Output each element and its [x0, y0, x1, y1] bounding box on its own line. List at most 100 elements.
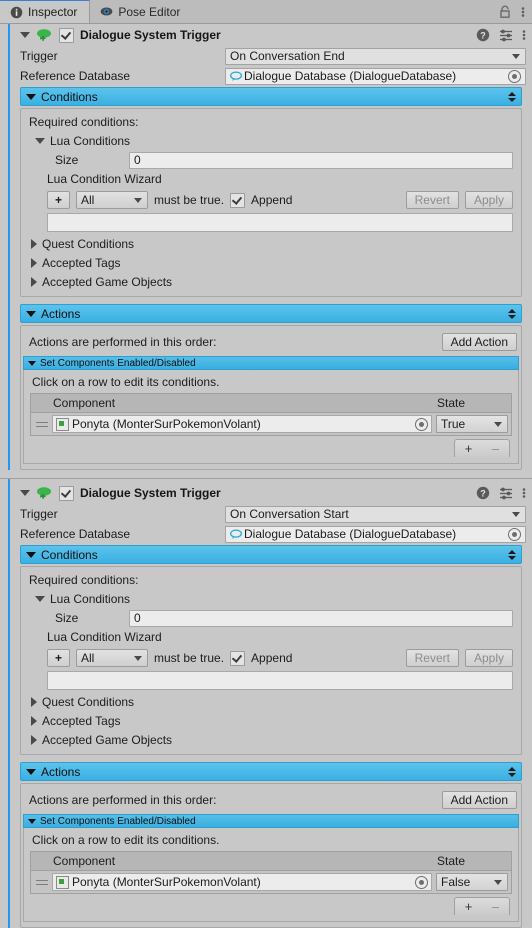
kebab-menu-icon[interactable] [521, 5, 525, 19]
lock-icon[interactable] [499, 5, 511, 19]
drag-handle-icon[interactable] [36, 879, 48, 885]
object-picker-icon[interactable] [508, 69, 521, 83]
help-icon[interactable]: ? [476, 486, 490, 500]
svg-text:?: ? [480, 30, 486, 40]
state-dropdown[interactable]: True [436, 415, 508, 433]
foldout-collapsed-icon[interactable] [31, 715, 37, 726]
lua-condition-wizard-label: Lua Condition Wizard [47, 630, 162, 644]
revert-button[interactable]: Revert [405, 191, 459, 209]
component-enabled-checkbox[interactable] [59, 27, 74, 43]
foldout-expanded-icon[interactable] [26, 310, 36, 317]
drag-handle-icon[interactable] [36, 421, 48, 427]
foldout-collapsed-icon[interactable] [31, 238, 37, 249]
revert-button[interactable]: Revert [405, 649, 459, 667]
must-be-true-label: must be true. [154, 193, 225, 207]
reference-database-object-field[interactable]: Dialogue Database (DialogueDatabase) [225, 525, 526, 543]
size-input[interactable]: 0 [129, 609, 513, 627]
add-action-button[interactable]: Add Action [441, 791, 517, 809]
conditions-section-header[interactable]: Conditions [20, 545, 522, 564]
lua-condition-text-input[interactable] [47, 671, 513, 690]
add-action-button[interactable]: Add Action [441, 333, 517, 351]
quest-conditions-label: Quest Conditions [42, 236, 135, 251]
object-picker-icon[interactable] [415, 417, 428, 431]
lua-conditions-foldout[interactable]: Lua Conditions [21, 590, 521, 608]
reorder-handle-icon[interactable] [508, 91, 516, 102]
state-dropdown[interactable]: False [436, 873, 508, 891]
foldout-expanded-icon[interactable] [26, 93, 36, 100]
condition-mode-dropdown[interactable]: All [76, 191, 149, 209]
lua-conditions-label: Lua Conditions [50, 592, 131, 606]
actions-section-header[interactable]: Actions [20, 304, 522, 323]
lua-size-row: Size 0 [21, 608, 521, 628]
size-input[interactable]: 0 [129, 151, 513, 169]
append-checkbox[interactable] [230, 650, 246, 666]
accepted-tags-foldout[interactable]: Accepted Tags [21, 711, 521, 730]
foldout-expanded-icon[interactable] [20, 490, 30, 496]
table-row[interactable]: Ponyta (MonterSurPokemonVolant) True [31, 413, 511, 435]
lua-condition-text-input[interactable] [47, 213, 513, 232]
reorder-handle-icon[interactable] [508, 549, 516, 560]
accepted-tags-foldout[interactable]: Accepted Tags [21, 253, 521, 272]
tab-inspector-label: Inspector [28, 5, 78, 19]
dialogue-system-trigger-icon [37, 28, 51, 41]
set-components-header[interactable]: Set Components Enabled/Disabled [23, 356, 519, 370]
selection-indicator [8, 24, 10, 470]
append-checkbox[interactable] [230, 192, 246, 208]
foldout-collapsed-icon[interactable] [31, 257, 37, 268]
trigger-row: Trigger On Conversation Start [0, 504, 532, 524]
foldout-expanded-icon[interactable] [26, 768, 36, 775]
reorder-handle-icon[interactable] [508, 308, 516, 319]
component-object-field[interactable]: Ponyta (MonterSurPokemonVolant) [52, 415, 432, 433]
apply-button[interactable]: Apply [464, 649, 513, 667]
component-value: Ponyta (MonterSurPokemonVolant) [72, 875, 261, 889]
reference-database-object-field[interactable]: Dialogue Database (DialogueDatabase) [225, 67, 526, 85]
accepted-game-objects-foldout[interactable]: Accepted Game Objects [21, 272, 521, 291]
component-header[interactable]: Dialogue System Trigger ? [0, 24, 532, 46]
add-remove-buttons: + – [454, 897, 510, 915]
foldout-expanded-icon[interactable] [35, 596, 45, 602]
reference-database-label: Reference Database [20, 69, 131, 83]
table-row[interactable]: Ponyta (MonterSurPokemonVolant) False [31, 871, 511, 893]
foldout-expanded-icon[interactable] [20, 32, 30, 38]
actions-section-header[interactable]: Actions [20, 762, 522, 781]
set-components-header[interactable]: Set Components Enabled/Disabled [23, 814, 519, 828]
kebab-menu-icon[interactable] [522, 486, 526, 500]
component-header[interactable]: Dialogue System Trigger ? [0, 482, 532, 504]
component-value: Ponyta (MonterSurPokemonVolant) [72, 417, 261, 431]
add-row-button[interactable]: + [455, 440, 482, 457]
quest-conditions-foldout[interactable]: Quest Conditions [21, 234, 521, 253]
tab-pose-editor[interactable]: Pose Editor [90, 0, 192, 23]
object-picker-icon[interactable] [415, 875, 428, 889]
apply-button[interactable]: Apply [464, 191, 513, 209]
foldout-collapsed-icon[interactable] [31, 276, 37, 287]
trigger-dropdown[interactable]: On Conversation Start [225, 505, 526, 523]
accepted-game-objects-foldout[interactable]: Accepted Game Objects [21, 730, 521, 749]
trigger-row: Trigger On Conversation End [0, 46, 532, 66]
help-icon[interactable]: ? [476, 28, 490, 42]
remove-row-button[interactable]: – [482, 898, 509, 915]
component-object-field[interactable]: Ponyta (MonterSurPokemonVolant) [52, 873, 432, 891]
foldout-expanded-icon[interactable] [28, 360, 36, 366]
condition-mode-dropdown[interactable]: All [76, 649, 149, 667]
remove-row-button[interactable]: – [482, 440, 509, 457]
preset-settings-icon[interactable] [499, 28, 513, 42]
foldout-expanded-icon[interactable] [26, 551, 36, 558]
object-picker-icon[interactable] [508, 527, 521, 541]
lua-conditions-foldout[interactable]: Lua Conditions [21, 132, 521, 150]
add-condition-button[interactable]: + [47, 649, 71, 667]
quest-conditions-foldout[interactable]: Quest Conditions [21, 692, 521, 711]
selection-indicator [8, 479, 10, 928]
add-row-button[interactable]: + [455, 898, 482, 915]
preset-settings-icon[interactable] [499, 486, 513, 500]
add-condition-button[interactable]: + [47, 191, 71, 209]
conditions-section-header[interactable]: Conditions [20, 87, 522, 106]
kebab-menu-icon[interactable] [522, 28, 526, 42]
foldout-expanded-icon[interactable] [35, 138, 45, 144]
reorder-handle-icon[interactable] [508, 766, 516, 777]
component-enabled-checkbox[interactable] [59, 485, 74, 501]
foldout-collapsed-icon[interactable] [31, 734, 37, 745]
trigger-dropdown[interactable]: On Conversation End [225, 47, 526, 65]
foldout-expanded-icon[interactable] [28, 818, 36, 824]
tab-inspector[interactable]: Inspector [0, 0, 91, 23]
foldout-collapsed-icon[interactable] [31, 696, 37, 707]
